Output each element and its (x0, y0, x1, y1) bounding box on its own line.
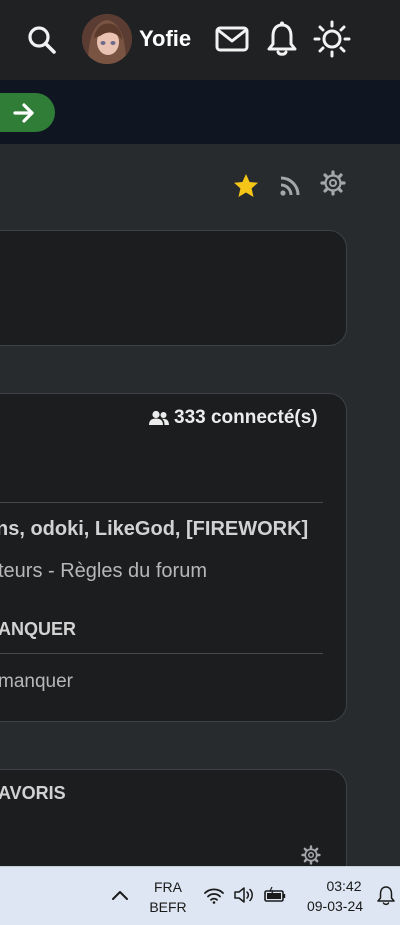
search-icon[interactable] (26, 24, 58, 56)
divider (0, 502, 323, 503)
rss-icon[interactable] (279, 175, 301, 197)
bell-icon[interactable] (266, 20, 298, 58)
avatar[interactable] (82, 14, 132, 64)
clock-date[interactable]: 09-03-24 (302, 898, 368, 914)
go-button[interactable] (0, 93, 55, 132)
chevron-up-icon[interactable] (111, 888, 129, 902)
users-icon (149, 410, 169, 425)
clock-time[interactable]: 03:42 (322, 878, 366, 894)
gear-icon[interactable] (320, 170, 346, 196)
notification-icon[interactable] (376, 884, 396, 906)
online-users-list[interactable]: ns, odoki, LikeGod, [FIREWORK] (0, 518, 308, 541)
online-count[interactable]: 333 connecté(s) (174, 407, 318, 429)
section-title: ANQUER (0, 619, 77, 639)
keyboard-layout[interactable]: BEFR (148, 899, 188, 915)
language-indicator[interactable]: FRA (150, 879, 186, 895)
forum-links[interactable]: teurs - Règles du forum (0, 560, 207, 583)
volume-icon[interactable] (233, 886, 257, 904)
section-text: manquer (0, 671, 73, 692)
arrow-right-icon (13, 103, 34, 123)
divider (0, 653, 323, 654)
battery-icon[interactable] (263, 886, 287, 904)
mail-icon[interactable] (214, 23, 250, 55)
username[interactable]: Yofie (139, 26, 191, 52)
windows-taskbar (0, 866, 400, 925)
info-card (0, 230, 347, 346)
sun-icon[interactable] (313, 20, 351, 58)
favorites-title: AVORIS (0, 783, 66, 803)
banner (0, 80, 400, 144)
wifi-icon[interactable] (203, 886, 225, 904)
star-icon[interactable] (232, 172, 260, 200)
favorites-gear-icon[interactable] (301, 845, 321, 865)
